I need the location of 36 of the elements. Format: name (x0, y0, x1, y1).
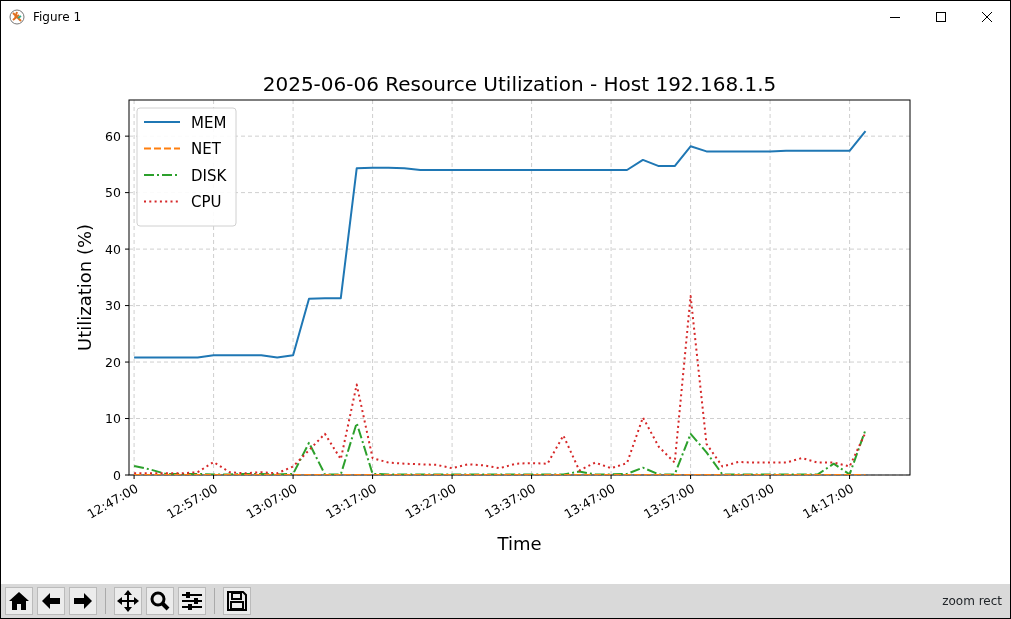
sliders-icon (182, 592, 202, 610)
forward-arrow-icon (73, 592, 93, 610)
tick-label: 20 (105, 354, 121, 370)
forward-button[interactable] (69, 587, 97, 615)
search-icon (150, 591, 170, 611)
tick-label: 10 (105, 411, 121, 426)
maximize-icon (936, 12, 946, 22)
close-icon (982, 12, 992, 22)
tick-label: 60 (105, 128, 121, 144)
home-icon (8, 591, 30, 611)
pan-button[interactable] (114, 587, 142, 615)
tick-label: 0 (113, 467, 121, 483)
legend-label: NET (191, 140, 221, 158)
legend-label: MEM (191, 113, 227, 132)
tick-label: 30 (105, 298, 121, 314)
legend-line-sample (143, 121, 181, 123)
configure-button[interactable] (178, 587, 206, 615)
legend-label: CPU (191, 193, 222, 211)
back-button[interactable] (37, 587, 65, 615)
legend-line-sample (143, 200, 181, 203)
save-button[interactable] (223, 587, 251, 615)
axis-title: Time (497, 533, 542, 554)
back-arrow-icon (41, 592, 61, 610)
home-button[interactable] (5, 587, 33, 615)
legend-line-sample (143, 147, 181, 150)
window-title: Figure 1 (33, 9, 82, 26)
move-icon (117, 590, 139, 612)
axis-title: Utilization (%) (74, 223, 95, 352)
minimize-icon (890, 16, 900, 18)
app-icon (9, 9, 25, 25)
zoom-button[interactable] (146, 587, 174, 615)
legend-label: DISK (191, 166, 227, 185)
tick-label: 50 (105, 185, 121, 201)
status-text: zoom rect (942, 593, 1002, 610)
tick-label: 40 (105, 241, 121, 257)
chart-title: 2025-06-06 Resource Utilization - Host 192.168.1.5 (262, 72, 777, 96)
